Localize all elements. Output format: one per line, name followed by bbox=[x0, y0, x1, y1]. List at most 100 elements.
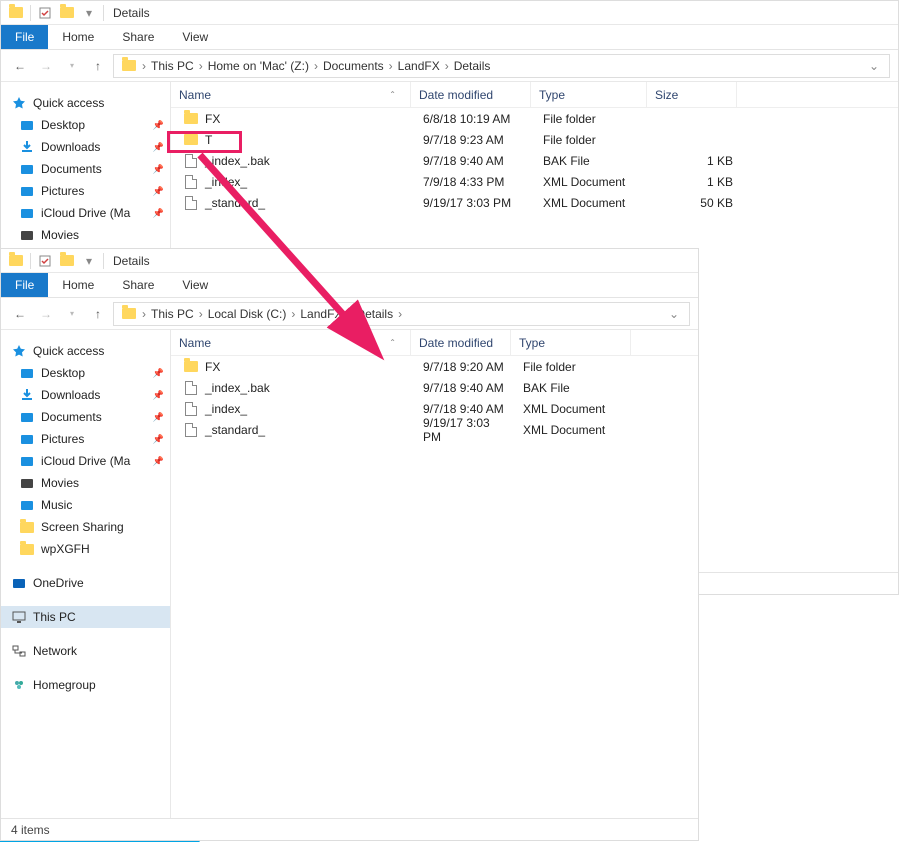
file-icon bbox=[183, 174, 199, 190]
column-type[interactable]: Type bbox=[511, 330, 631, 355]
column-date[interactable]: Date modified bbox=[411, 82, 531, 107]
sidebar-quick-access[interactable]: Quick access bbox=[1, 340, 170, 362]
tab-home[interactable]: Home bbox=[48, 273, 108, 297]
breadcrumb-segment[interactable]: LandFX bbox=[297, 307, 345, 321]
title-bar[interactable]: ▾ Details bbox=[1, 249, 698, 273]
sidebar-onedrive[interactable]: OneDrive bbox=[1, 572, 170, 594]
chevron-right-icon[interactable]: › bbox=[140, 307, 148, 321]
sidebar-homegroup[interactable]: Homegroup bbox=[1, 674, 170, 696]
sidebar-item[interactable]: Pictures📌 bbox=[1, 180, 170, 202]
desktop-icon bbox=[19, 117, 35, 133]
breadcrumb-segment[interactable]: Details bbox=[353, 307, 396, 321]
address-dropdown[interactable]: ⌄ bbox=[863, 59, 885, 73]
star-icon bbox=[11, 343, 27, 359]
sidebar-item[interactable]: Desktop📌 bbox=[1, 362, 170, 384]
address-dropdown[interactable]: ⌄ bbox=[663, 307, 685, 321]
up-button[interactable]: ↑ bbox=[87, 303, 109, 325]
qat-dropdown-icon[interactable]: ▾ bbox=[80, 4, 98, 22]
list-row[interactable]: _standard_9/19/17 3:03 PMXML Document50 … bbox=[171, 192, 898, 213]
chevron-right-icon[interactable]: › bbox=[289, 307, 297, 321]
qat-new-icon[interactable] bbox=[58, 252, 76, 270]
folder-icon bbox=[19, 541, 35, 557]
address-bar[interactable]: › This PC › Local Disk (C:) › LandFX › D… bbox=[113, 302, 690, 326]
list-row[interactable]: _index_7/9/18 4:33 PMXML Document1 KB bbox=[171, 171, 898, 192]
file-date: 9/7/18 9:23 AM bbox=[415, 133, 535, 147]
chevron-right-icon[interactable]: › bbox=[197, 59, 205, 73]
column-size[interactable]: Size bbox=[647, 82, 737, 107]
column-name[interactable]: Name⌃ bbox=[171, 82, 411, 107]
forward-button[interactable]: → bbox=[35, 55, 57, 77]
column-name[interactable]: Name⌃ bbox=[171, 330, 411, 355]
breadcrumb-segment[interactable]: Documents bbox=[320, 59, 387, 73]
tab-home[interactable]: Home bbox=[48, 25, 108, 49]
chevron-right-icon[interactable]: › bbox=[345, 307, 353, 321]
list-row[interactable]: _index_.bak9/7/18 9:40 AMBAK File1 KB bbox=[171, 150, 898, 171]
qat-properties-icon[interactable] bbox=[36, 4, 54, 22]
breadcrumb-segment[interactable]: Details bbox=[451, 59, 494, 73]
address-bar[interactable]: › This PC › Home on 'Mac' (Z:) › Documen… bbox=[113, 54, 890, 78]
column-date[interactable]: Date modified bbox=[411, 330, 511, 355]
back-button[interactable]: ← bbox=[9, 303, 31, 325]
breadcrumb-segment[interactable]: This PC bbox=[148, 59, 197, 73]
chevron-right-icon[interactable]: › bbox=[197, 307, 205, 321]
folder-icon bbox=[183, 132, 199, 148]
column-type[interactable]: Type bbox=[531, 82, 647, 107]
pin-icon: 📌 bbox=[153, 456, 164, 467]
tab-share[interactable]: Share bbox=[108, 273, 168, 297]
tab-view[interactable]: View bbox=[168, 25, 222, 49]
sidebar-item[interactable]: Downloads📌 bbox=[1, 384, 170, 406]
sort-indicator-icon: ⌃ bbox=[389, 338, 396, 347]
qat-dropdown-icon[interactable]: ▾ bbox=[80, 252, 98, 270]
sidebar-item[interactable]: Music bbox=[1, 494, 170, 516]
folder-icon bbox=[19, 519, 35, 535]
forward-button[interactable]: → bbox=[35, 303, 57, 325]
pc-icon bbox=[11, 609, 27, 625]
sidebar-this-pc[interactable]: This PC bbox=[1, 606, 170, 628]
tab-file[interactable]: File bbox=[1, 25, 48, 49]
sidebar-item[interactable]: Screen Sharing bbox=[1, 516, 170, 538]
list-row[interactable]: _standard_9/19/17 3:03 PMXML Document bbox=[171, 419, 698, 440]
qat-new-icon[interactable] bbox=[58, 4, 76, 22]
chevron-right-icon[interactable]: › bbox=[140, 59, 148, 73]
sidebar-item[interactable]: Pictures📌 bbox=[1, 428, 170, 450]
file-name: FX bbox=[205, 112, 220, 126]
chevron-right-icon[interactable]: › bbox=[396, 307, 404, 321]
file-type: XML Document bbox=[535, 196, 651, 210]
file-type: File folder bbox=[515, 360, 635, 374]
list-row[interactable]: T9/7/18 9:23 AMFile folder bbox=[171, 129, 898, 150]
up-button[interactable]: ↑ bbox=[87, 55, 109, 77]
list-row[interactable]: FX9/7/18 9:20 AMFile folder bbox=[171, 356, 698, 377]
chevron-right-icon[interactable]: › bbox=[443, 59, 451, 73]
recent-dropdown[interactable]: ▾ bbox=[61, 303, 83, 325]
back-button[interactable]: ← bbox=[9, 55, 31, 77]
file-size: 50 KB bbox=[651, 196, 741, 210]
list-row[interactable]: FX6/8/18 10:19 AMFile folder bbox=[171, 108, 898, 129]
sidebar-item[interactable]: Downloads📌 bbox=[1, 136, 170, 158]
breadcrumb-segment[interactable]: This PC bbox=[148, 307, 197, 321]
sidebar-item[interactable]: iCloud Drive (Ma📌 bbox=[1, 450, 170, 472]
file-date: 9/7/18 9:40 AM bbox=[415, 381, 515, 395]
title-bar[interactable]: ▾ Details bbox=[1, 1, 898, 25]
recent-dropdown[interactable]: ▾ bbox=[61, 55, 83, 77]
sidebar-network[interactable]: Network bbox=[1, 640, 170, 662]
list-row[interactable]: _index_.bak9/7/18 9:40 AMBAK File bbox=[171, 377, 698, 398]
tab-file[interactable]: File bbox=[1, 273, 48, 297]
sidebar-item[interactable]: Desktop📌 bbox=[1, 114, 170, 136]
breadcrumb-segment[interactable]: Local Disk (C:) bbox=[205, 307, 290, 321]
chevron-right-icon[interactable]: › bbox=[387, 59, 395, 73]
tab-view[interactable]: View bbox=[168, 273, 222, 297]
pin-icon: 📌 bbox=[153, 412, 164, 423]
sidebar-item[interactable]: Movies bbox=[1, 472, 170, 494]
sidebar-item[interactable]: Movies bbox=[1, 224, 170, 246]
sidebar-quick-access[interactable]: Quick access bbox=[1, 92, 170, 114]
sidebar-item[interactable]: Documents📌 bbox=[1, 406, 170, 428]
sidebar-item[interactable]: Documents📌 bbox=[1, 158, 170, 180]
sidebar-item[interactable]: wpXGFH bbox=[1, 538, 170, 560]
tab-share[interactable]: Share bbox=[108, 25, 168, 49]
qat-properties-icon[interactable] bbox=[36, 252, 54, 270]
breadcrumb-segment[interactable]: Home on 'Mac' (Z:) bbox=[205, 59, 312, 73]
breadcrumb-segment[interactable]: LandFX bbox=[395, 59, 443, 73]
sidebar-item[interactable]: iCloud Drive (Ma📌 bbox=[1, 202, 170, 224]
chevron-right-icon[interactable]: › bbox=[312, 59, 320, 73]
pin-icon: 📌 bbox=[153, 142, 164, 153]
